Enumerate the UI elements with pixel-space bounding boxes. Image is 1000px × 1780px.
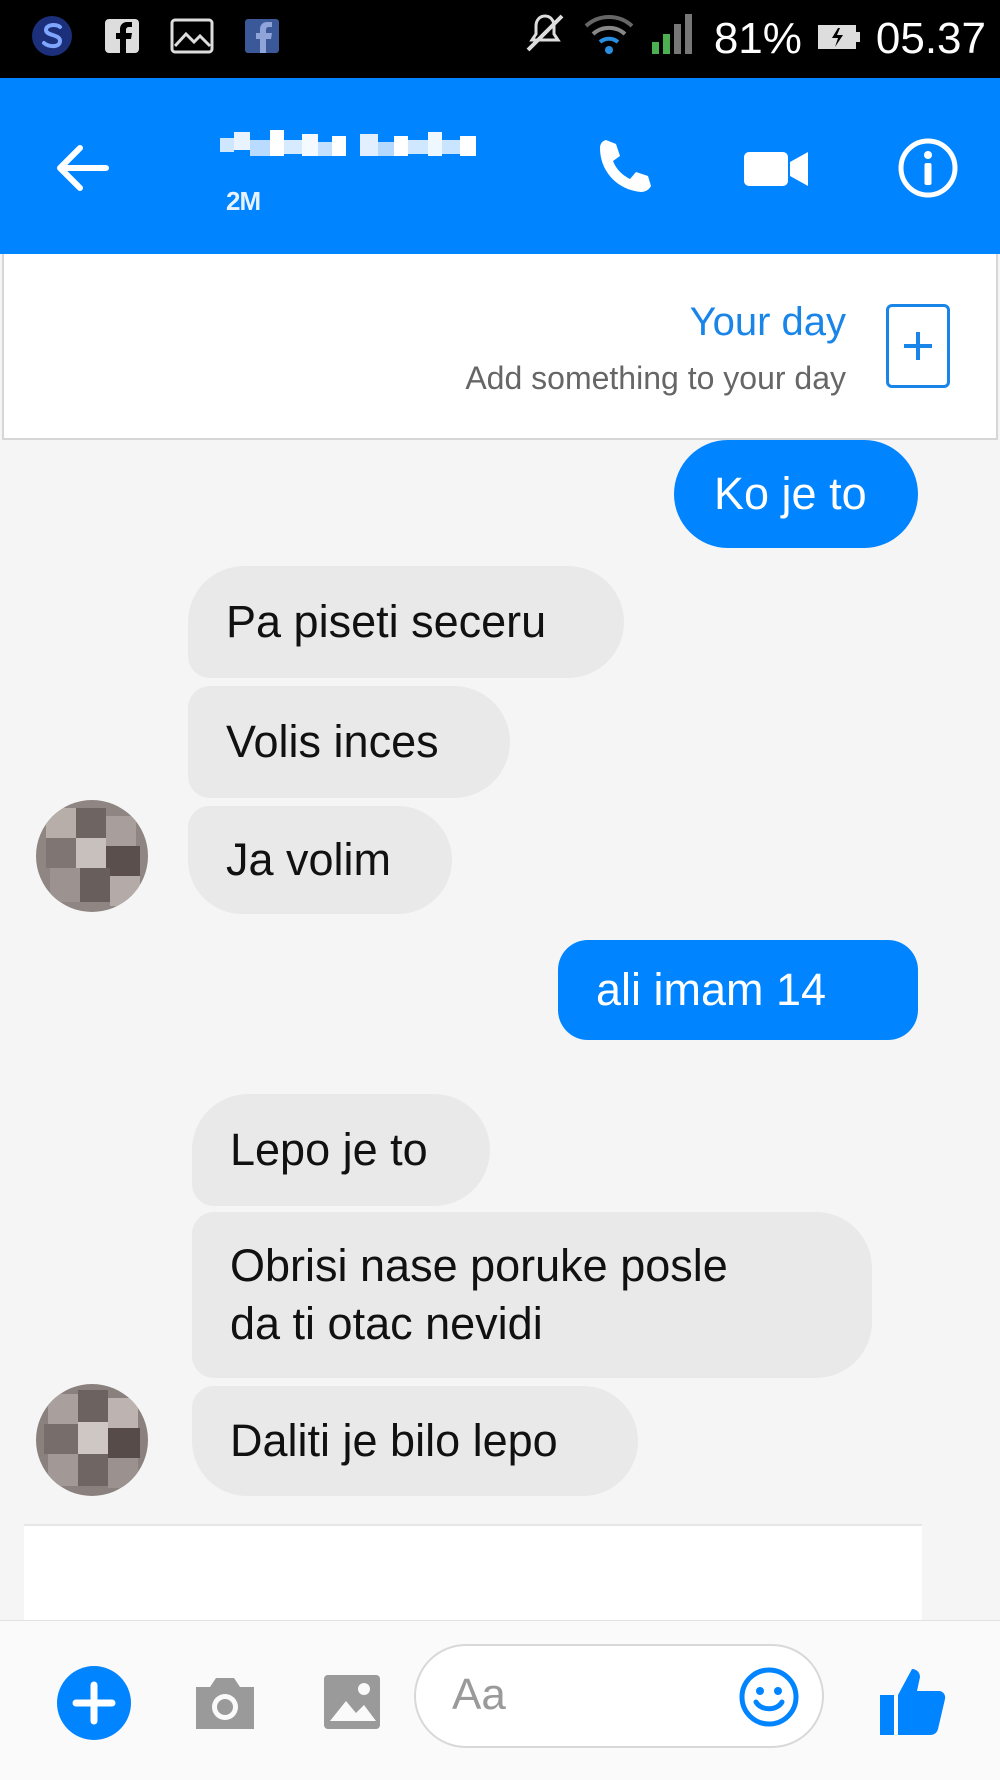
mute-icon [522, 10, 568, 67]
facebook-square-icon [100, 14, 144, 58]
message-text: Lepo je to [230, 1124, 428, 1175]
draft-area [24, 1524, 922, 1622]
phone-icon [600, 140, 651, 192]
gallery-icon [170, 14, 214, 58]
message-text: Ko je to [714, 468, 867, 519]
back-button[interactable] [52, 138, 112, 198]
message-bubble-incoming[interactable]: Volis inces [188, 686, 510, 798]
plus-button[interactable] [56, 1665, 132, 1741]
thumbs-up-icon [880, 1669, 946, 1735]
gallery-button[interactable] [320, 1669, 384, 1733]
back-arrow-icon [57, 145, 109, 191]
plus-icon [57, 1666, 131, 1740]
battery-percent: 81% [713, 13, 802, 63]
message-bubble-outgoing[interactable]: ali imam 14 [558, 940, 918, 1040]
camera-button[interactable] [190, 1671, 260, 1735]
video-camera-icon [744, 152, 808, 186]
message-text: Obrisi nase poruke posle da ti otac nevi… [230, 1240, 728, 1349]
call-button[interactable] [592, 136, 656, 200]
battery-icon [816, 14, 862, 64]
image-icon [324, 1675, 380, 1729]
your-day-subtitle: Add something to your day [465, 360, 846, 396]
add-to-day-button[interactable] [886, 304, 950, 388]
message-text: Pa piseti seceru [226, 596, 547, 647]
message-input-placeholder: Aa [452, 1670, 506, 1719]
message-text: ali imam 14 [596, 964, 827, 1015]
like-button[interactable] [876, 1661, 948, 1741]
camera-icon [196, 1678, 254, 1729]
contact-subtitle: 2M [226, 186, 261, 216]
wifi-icon [582, 10, 636, 67]
info-button[interactable] [896, 136, 960, 200]
message-input[interactable]: Aa [414, 1644, 824, 1748]
signal-icon [650, 10, 700, 67]
avatar[interactable] [36, 1384, 148, 1496]
message-bubble-incoming[interactable]: Ja volim [188, 806, 452, 914]
video-call-button[interactable] [742, 136, 810, 200]
emoji-icon [739, 1667, 799, 1727]
emoji-button[interactable] [738, 1666, 800, 1728]
message-bubble-outgoing[interactable]: Ko je to [674, 440, 918, 548]
clock: 05.37 [875, 13, 986, 63]
info-icon [898, 138, 958, 198]
message-bubble-incoming[interactable]: Lepo je to [192, 1094, 490, 1206]
message-bubble-incoming[interactable]: Daliti je bilo lepo [192, 1386, 638, 1496]
message-text: Daliti je bilo lepo [230, 1415, 558, 1466]
avatar[interactable] [36, 800, 148, 912]
plus-icon [904, 332, 932, 360]
facebook-icon [240, 14, 284, 58]
your-day-title: Your day [689, 300, 846, 344]
conversation-header: 2M [0, 78, 1000, 254]
message-text: Ja volim [226, 834, 392, 885]
status-bar: 81% 05.37 [0, 0, 1000, 78]
s-app-icon [30, 14, 74, 58]
message-text: Volis inces [226, 716, 439, 767]
message-bubble-incoming[interactable]: Obrisi nase poruke posle da ti otac nevi… [192, 1212, 872, 1378]
your-day-panel[interactable]: Your day Add something to your day [2, 254, 998, 440]
message-bubble-incoming[interactable]: Pa piseti seceru [188, 566, 624, 678]
contact-name[interactable] [220, 126, 490, 166]
